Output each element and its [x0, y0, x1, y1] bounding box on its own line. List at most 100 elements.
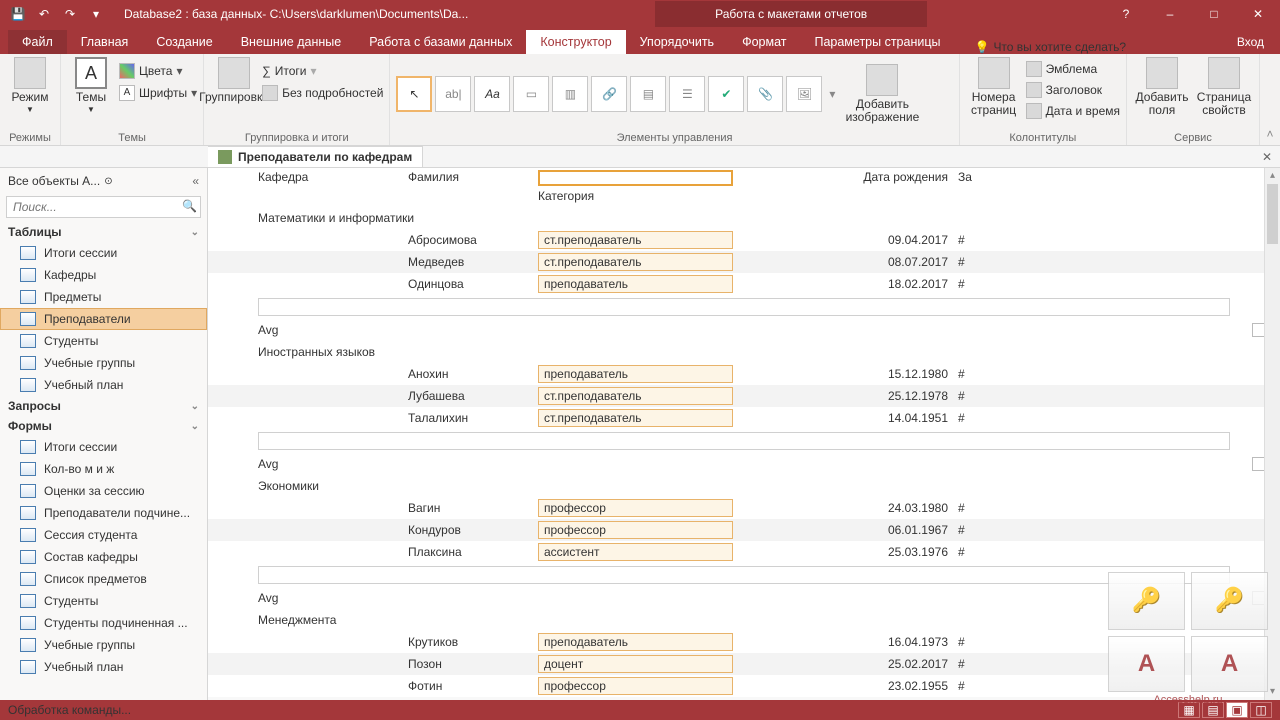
nav-form-item[interactable]: Состав кафедры: [0, 546, 207, 568]
login-link[interactable]: Вход: [1221, 30, 1280, 54]
cell-category[interactable]: профессор: [538, 499, 733, 517]
control-check[interactable]: ✔: [708, 76, 744, 112]
cell-date: 25.03.1976: [778, 545, 958, 559]
cell-category[interactable]: ассистент: [538, 543, 733, 561]
minimize-button[interactable]: –: [1148, 0, 1192, 28]
nav-cat-queries[interactable]: Запросы⌄: [0, 396, 207, 416]
emblem-button[interactable]: Эмблема: [1026, 59, 1120, 79]
cell-category[interactable]: доцент: [538, 655, 733, 673]
cell-extra: #: [958, 277, 978, 291]
nav-table-item[interactable]: Кафедры: [0, 264, 207, 286]
nav-form-item[interactable]: Учебный план: [0, 656, 207, 678]
controls-more[interactable]: ▾: [825, 87, 839, 101]
undo-icon[interactable]: ↶: [32, 3, 56, 25]
scroll-up-icon[interactable]: ▴: [1265, 168, 1280, 184]
nav-table-item[interactable]: Учебный план: [0, 374, 207, 396]
propsheet-button[interactable]: Страница свойств: [1195, 57, 1253, 117]
nav-table-item[interactable]: Учебные группы: [0, 352, 207, 374]
nav-collapse-icon[interactable]: «: [192, 174, 199, 188]
tab-format[interactable]: Формат: [728, 30, 800, 54]
control-link[interactable]: 🔗: [591, 76, 627, 112]
cell-extra: #: [958, 545, 978, 559]
tab-create[interactable]: Создание: [142, 30, 226, 54]
control-image[interactable]: 🖼: [786, 76, 822, 112]
nav-form-item[interactable]: Студенты подчиненная ...: [0, 612, 207, 634]
control-label[interactable]: Aa: [474, 76, 510, 112]
cell-category[interactable]: ст.преподаватель: [538, 409, 733, 427]
cell-category[interactable]: преподаватель: [538, 365, 733, 383]
views-button[interactable]: Режим▼: [6, 57, 54, 115]
tab-page[interactable]: Параметры страницы: [800, 30, 954, 54]
control-button[interactable]: ▭: [513, 76, 549, 112]
search-icon[interactable]: 🔍: [182, 199, 197, 213]
control-combo[interactable]: ▤: [630, 76, 666, 112]
table-icon: [20, 312, 36, 326]
scroll-thumb[interactable]: [1267, 184, 1278, 244]
control-tab[interactable]: ▥: [552, 76, 588, 112]
nav-form-item[interactable]: Оценки за сессию: [0, 480, 207, 502]
nav-form-item[interactable]: Кол-во м и ж: [0, 458, 207, 480]
nav-cat-tables[interactable]: Таблицы⌄: [0, 222, 207, 242]
control-textbox[interactable]: ab|: [435, 76, 471, 112]
tab-file[interactable]: Файл: [8, 30, 67, 54]
nav-header[interactable]: Все объекты A... ⊙ «: [0, 168, 207, 194]
nav-form-item[interactable]: Итоги сессии: [0, 436, 207, 458]
help-button[interactable]: ?: [1104, 0, 1148, 28]
watermark-icon: A: [1191, 636, 1268, 693]
nav-form-item[interactable]: Сессия студента: [0, 524, 207, 546]
nav-form-item[interactable]: Учебные группы: [0, 634, 207, 656]
doc-close-button[interactable]: ✕: [1254, 146, 1280, 167]
addfields-button[interactable]: Добавить поля: [1133, 57, 1191, 117]
pagenum-button[interactable]: Номера страниц: [966, 57, 1022, 117]
control-attach[interactable]: 📎: [747, 76, 783, 112]
group-header: Экономики: [208, 475, 1280, 497]
save-icon[interactable]: 💾: [6, 3, 30, 25]
tab-dbtools[interactable]: Работа с базами данных: [355, 30, 526, 54]
cell-category[interactable]: профессор: [538, 677, 733, 695]
nav-table-item[interactable]: Студенты: [0, 330, 207, 352]
qat-more-icon[interactable]: ▾: [84, 3, 108, 25]
cell-category[interactable]: ст.преподаватель: [538, 387, 733, 405]
group-avg: Avg: [208, 453, 1280, 475]
propsheet-icon: [1208, 57, 1240, 89]
nav-form-item[interactable]: Список предметов: [0, 568, 207, 590]
nav-cat-forms[interactable]: Формы⌄: [0, 416, 207, 436]
nav-form-item[interactable]: Преподаватели подчине...: [0, 502, 207, 524]
tab-home[interactable]: Главная: [67, 30, 143, 54]
nav-search: 🔍: [6, 196, 201, 218]
colors-button[interactable]: Цвета ▾: [119, 61, 197, 81]
search-input[interactable]: [6, 196, 201, 218]
nav-table-item[interactable]: Предметы: [0, 286, 207, 308]
tab-external[interactable]: Внешние данные: [227, 30, 356, 54]
maximize-button[interactable]: □: [1192, 0, 1236, 28]
cell-category[interactable]: ст.преподаватель: [538, 253, 733, 271]
control-select[interactable]: ↖: [396, 76, 432, 112]
grouping-button[interactable]: Группировка: [210, 57, 258, 104]
themes-button[interactable]: AТемы▼: [67, 57, 115, 115]
close-button[interactable]: ✕: [1236, 0, 1280, 28]
form-icon: [20, 528, 36, 542]
cell-category[interactable]: ст.преподаватель: [538, 231, 733, 249]
control-list[interactable]: ☰: [669, 76, 705, 112]
tab-design[interactable]: Конструктор: [526, 30, 625, 54]
nav-table-item[interactable]: Итоги сессии: [0, 242, 207, 264]
totals-button[interactable]: ∑ Итоги ▾: [262, 61, 383, 81]
cell-category[interactable]: преподаватель: [538, 633, 733, 651]
insert-image-button[interactable]: Добавить изображение: [842, 64, 922, 124]
nav-form-item[interactable]: Студенты: [0, 590, 207, 612]
doc-tab-report[interactable]: Преподаватели по кафедрам: [208, 146, 423, 167]
nodetails-button[interactable]: Без подробностей: [262, 83, 383, 103]
watermark-url: Accesshelp.ru: [1108, 694, 1268, 706]
tab-arrange[interactable]: Упорядочить: [626, 30, 728, 54]
cell-extra: #: [958, 679, 978, 693]
cell-category[interactable]: профессор: [538, 521, 733, 539]
tell-me[interactable]: 💡Что вы хотите сделать?: [974, 40, 1126, 54]
datetime-button[interactable]: Дата и время: [1026, 101, 1120, 121]
cell-category[interactable]: преподаватель: [538, 275, 733, 293]
ribbon-collapse[interactable]: ˄: [1260, 54, 1280, 145]
fonts-button[interactable]: AШрифты ▾: [119, 83, 197, 103]
redo-icon[interactable]: ↷: [58, 3, 82, 25]
nav-table-item[interactable]: Преподаватели: [0, 308, 207, 330]
category-header-box[interactable]: [538, 170, 733, 186]
title-button[interactable]: Заголовок: [1026, 80, 1120, 100]
